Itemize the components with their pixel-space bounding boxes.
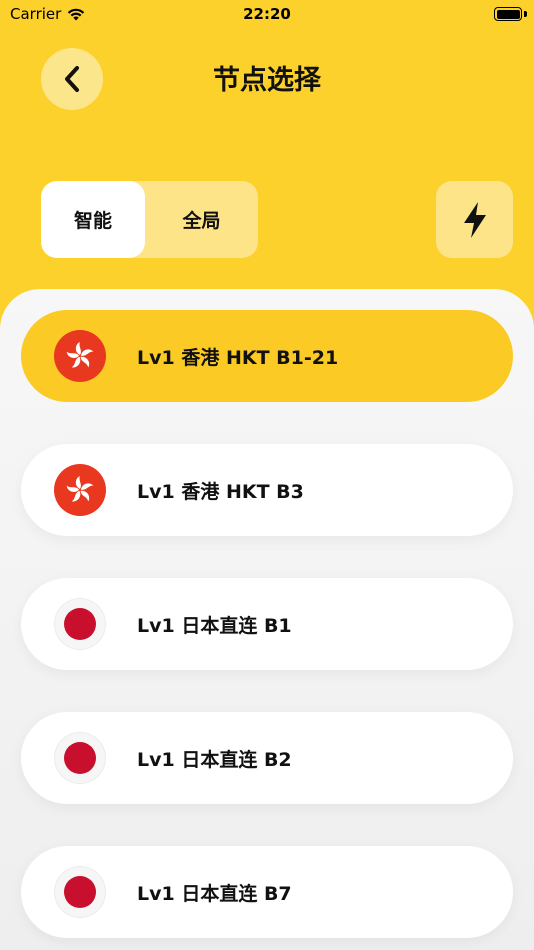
node-label: Lv1 香港 HKT B3	[137, 481, 304, 503]
node-list: Lv1 香港 HKT B1-21 Lv1 香港 HKT B3 Lv1 日本直连	[0, 289, 534, 950]
node-label: Lv1 日本直连 B1	[137, 615, 292, 637]
tab-global-mode[interactable]: 全局	[145, 181, 258, 258]
speed-test-button[interactable]	[436, 181, 513, 258]
node-item-hk-b1-21[interactable]: Lv1 香港 HKT B1-21	[21, 310, 513, 402]
node-item-jp-b7[interactable]: Lv1 日本直连 B7	[21, 846, 513, 938]
japan-flag-icon	[54, 732, 106, 784]
node-label: Lv1 香港 HKT B1-21	[137, 347, 339, 369]
battery-tip	[524, 11, 527, 17]
node-item-hk-b3[interactable]: Lv1 香港 HKT B3	[21, 444, 513, 536]
node-label: Lv1 日本直连 B7	[137, 883, 292, 905]
japan-flag-icon	[54, 866, 106, 918]
node-label: Lv1 日本直连 B2	[137, 749, 292, 771]
page-title: 节点选择	[213, 65, 321, 96]
status-bar: Carrier 22:20	[0, 0, 534, 30]
hong-kong-flag-icon	[54, 330, 106, 382]
node-item-jp-b1[interactable]: Lv1 日本直连 B1	[21, 578, 513, 670]
node-item-jp-b2[interactable]: Lv1 日本直连 B2	[21, 712, 513, 804]
japan-flag-icon	[54, 598, 106, 650]
hong-kong-flag-icon	[54, 464, 106, 516]
status-time: 22:20	[243, 5, 291, 23]
tab-smart-mode[interactable]: 智能	[41, 181, 145, 258]
lightning-bolt-icon	[463, 201, 486, 238]
node-select-screen: Carrier 22:20 节点选择 智能 全局 Lv1 香港 HKT B1-2…	[0, 0, 534, 950]
battery-icon	[494, 7, 522, 21]
mode-segmented-control: 智能 全局	[41, 181, 258, 258]
